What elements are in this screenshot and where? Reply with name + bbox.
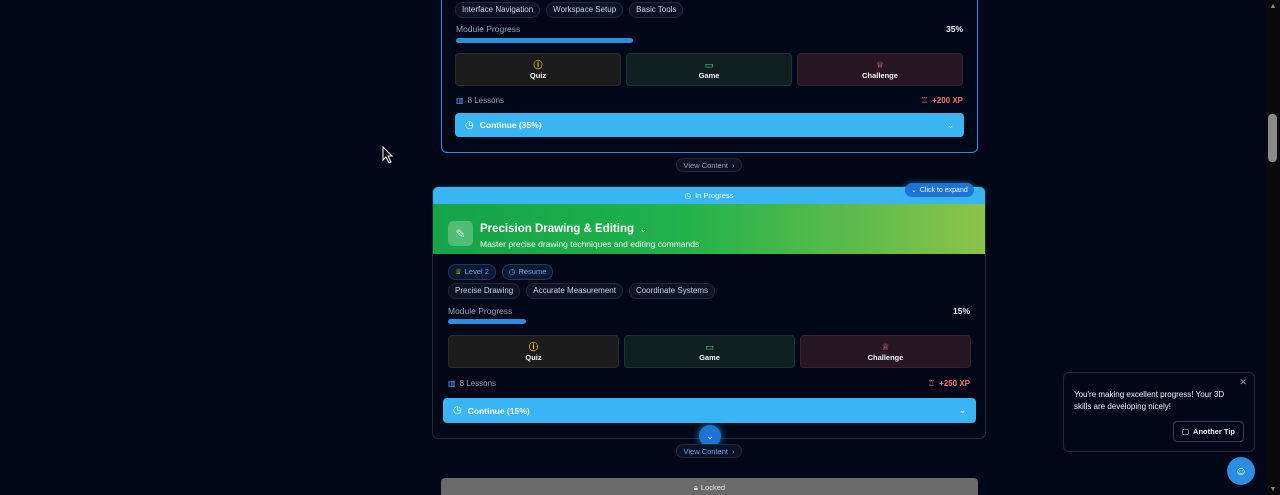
view-content-button[interactable]: View Content › [676, 158, 742, 172]
lessons-text: 8 Lessons [467, 96, 505, 105]
tag: Basic Tools [629, 2, 684, 18]
continue-button[interactable]: ◷ Continue (35%) ⌄ [455, 113, 964, 137]
xp-reward: ♖ +200 XP [921, 96, 963, 105]
xp-reward: ♖ +250 XP [928, 379, 970, 388]
click-to-expand-badge[interactable]: ⌄ Click to expand [905, 183, 974, 197]
chevron-down-icon: ⌄ [706, 430, 714, 441]
continue-button[interactable]: ◷ Continue (15%) ⌄ [443, 398, 976, 423]
xp-text: +250 XP [939, 379, 970, 388]
progress-bar [448, 319, 971, 324]
progress-bar-fill [448, 319, 527, 324]
status-strip: ◷ In Progress [433, 187, 985, 204]
chevron-right-icon: › [731, 160, 735, 170]
continue-label: Continue (15%) [467, 405, 530, 416]
game-label: Game [698, 70, 720, 80]
module-card-2[interactable]: ◷ In Progress ✎ Precision Drawing & Edit… [432, 186, 986, 439]
challenge-button[interactable]: ♕ Challenge [797, 53, 963, 86]
module-subtitle: Master precise drawing techniques and ed… [480, 239, 700, 249]
gamepad-icon: ▭ [705, 341, 714, 352]
chevron-down-icon: ⌄ [911, 187, 917, 194]
tag: Precise Drawing [448, 283, 521, 299]
chevron-down-icon: ⌄ [640, 225, 647, 234]
medal-icon: ♖ [920, 96, 929, 105]
tag-list: Precise Drawing Accurate Measurement Coo… [448, 283, 715, 299]
resume-badge[interactable]: ◷ Resume [501, 264, 554, 280]
progress-percent: 35% [945, 24, 963, 34]
status-text: In Progress [695, 191, 734, 200]
quiz-icon: ⓘ [533, 59, 543, 70]
lessons-count: ▥ 8 Lessons [448, 379, 496, 388]
tip-text: You're making excellent progress! Your 3… [1074, 390, 1225, 411]
challenge-button[interactable]: ♕ Challenge [800, 335, 971, 368]
clock-icon: ◷ [508, 267, 516, 276]
tag-list: Interface Navigation Workspace Setup Bas… [455, 2, 684, 18]
tag: Workspace Setup [546, 2, 624, 18]
module-title-text: Precision Drawing & Editing [480, 223, 634, 235]
scrollbar-track[interactable] [1266, 0, 1280, 495]
scroll-up-arrow[interactable]: ▲ [1266, 0, 1280, 12]
progress-label: Module Progress [448, 306, 513, 316]
assistant-bot-button[interactable]: ☺ [1227, 457, 1255, 485]
scrollbar-thumb[interactable] [1268, 114, 1277, 162]
pen-tool-icon: ✎ [448, 221, 473, 246]
chevron-down-icon: ⌄ [959, 406, 966, 415]
view-content-button[interactable]: View Content › [676, 444, 742, 458]
resume-text: Resume [518, 267, 547, 276]
book-icon: ▥ [456, 96, 464, 105]
game-button[interactable]: ▭ Game [626, 53, 792, 86]
tip-popup: ✕ You're making excellent progress! Your… [1063, 372, 1255, 452]
module-header[interactable]: ✎ Precision Drawing & Editing ⌄ Master pr… [433, 204, 985, 254]
quiz-icon: ⓘ [528, 341, 538, 352]
close-icon[interactable]: ✕ [1239, 377, 1247, 388]
game-label: Game [699, 352, 720, 362]
level-text: Level 2 [464, 267, 489, 276]
progress-percent: 15% [952, 306, 970, 316]
module-card-1: Interface Navigation Workspace Setup Bas… [441, 0, 978, 153]
bot-icon: ☺ [1234, 464, 1248, 478]
mouse-cursor-icon [382, 146, 394, 164]
expand-hint-text: Click to expand [919, 186, 968, 194]
lessons-text: 8 Lessons [459, 379, 497, 388]
challenge-label: Challenge [867, 352, 904, 362]
module-title: Precision Drawing & Editing ⌄ [480, 223, 647, 235]
message-icon: ▢ [1181, 427, 1190, 436]
chevron-right-icon: › [731, 446, 735, 456]
gamepad-icon: ▭ [704, 59, 714, 70]
quiz-button[interactable]: ⓘ Quiz [455, 53, 621, 86]
trophy-icon: ♕ [875, 59, 885, 70]
tag: Accurate Measurement [526, 283, 623, 299]
game-button[interactable]: ▭ Game [624, 335, 795, 368]
level-badge: ♕ Level 2 [448, 264, 496, 280]
progress-label: Module Progress [456, 24, 521, 34]
progress-bar-fill [456, 38, 634, 43]
lessons-count: ▥ 8 Lessons [456, 96, 504, 105]
trophy-icon: ♕ [881, 341, 890, 352]
scroll-down-arrow[interactable]: ▼ [1266, 483, 1280, 495]
quiz-button[interactable]: ⓘ Quiz [448, 335, 619, 368]
another-tip-label: Another Tip [1193, 427, 1235, 436]
progress-bar [456, 38, 963, 43]
clock-icon: ◷ [453, 405, 462, 416]
lock-icon: 🔒︎ [693, 483, 698, 492]
locked-text: Locked [700, 483, 726, 492]
view-content-label: View Content [683, 160, 728, 170]
challenge-label: Challenge [862, 70, 898, 80]
clock-icon: ◷ [684, 191, 692, 200]
trophy-icon: ♕ [455, 267, 462, 276]
quiz-label: Quiz [525, 352, 542, 362]
xp-text: +200 XP [932, 96, 963, 105]
tag: Interface Navigation [455, 2, 541, 18]
view-content-label: View Content [683, 446, 728, 456]
chevron-down-icon: ⌄ [947, 120, 954, 130]
clock-icon: ◷ [465, 119, 474, 131]
tag: Coordinate Systems [628, 283, 715, 299]
module-card-3-locked: 🔒︎ Locked [441, 478, 978, 495]
another-tip-button[interactable]: ▢ Another Tip [1172, 421, 1244, 442]
book-icon: ▥ [448, 379, 456, 388]
medal-icon: ♖ [927, 379, 936, 388]
quiz-label: Quiz [529, 70, 547, 80]
continue-label: Continue (35%) [479, 120, 542, 130]
